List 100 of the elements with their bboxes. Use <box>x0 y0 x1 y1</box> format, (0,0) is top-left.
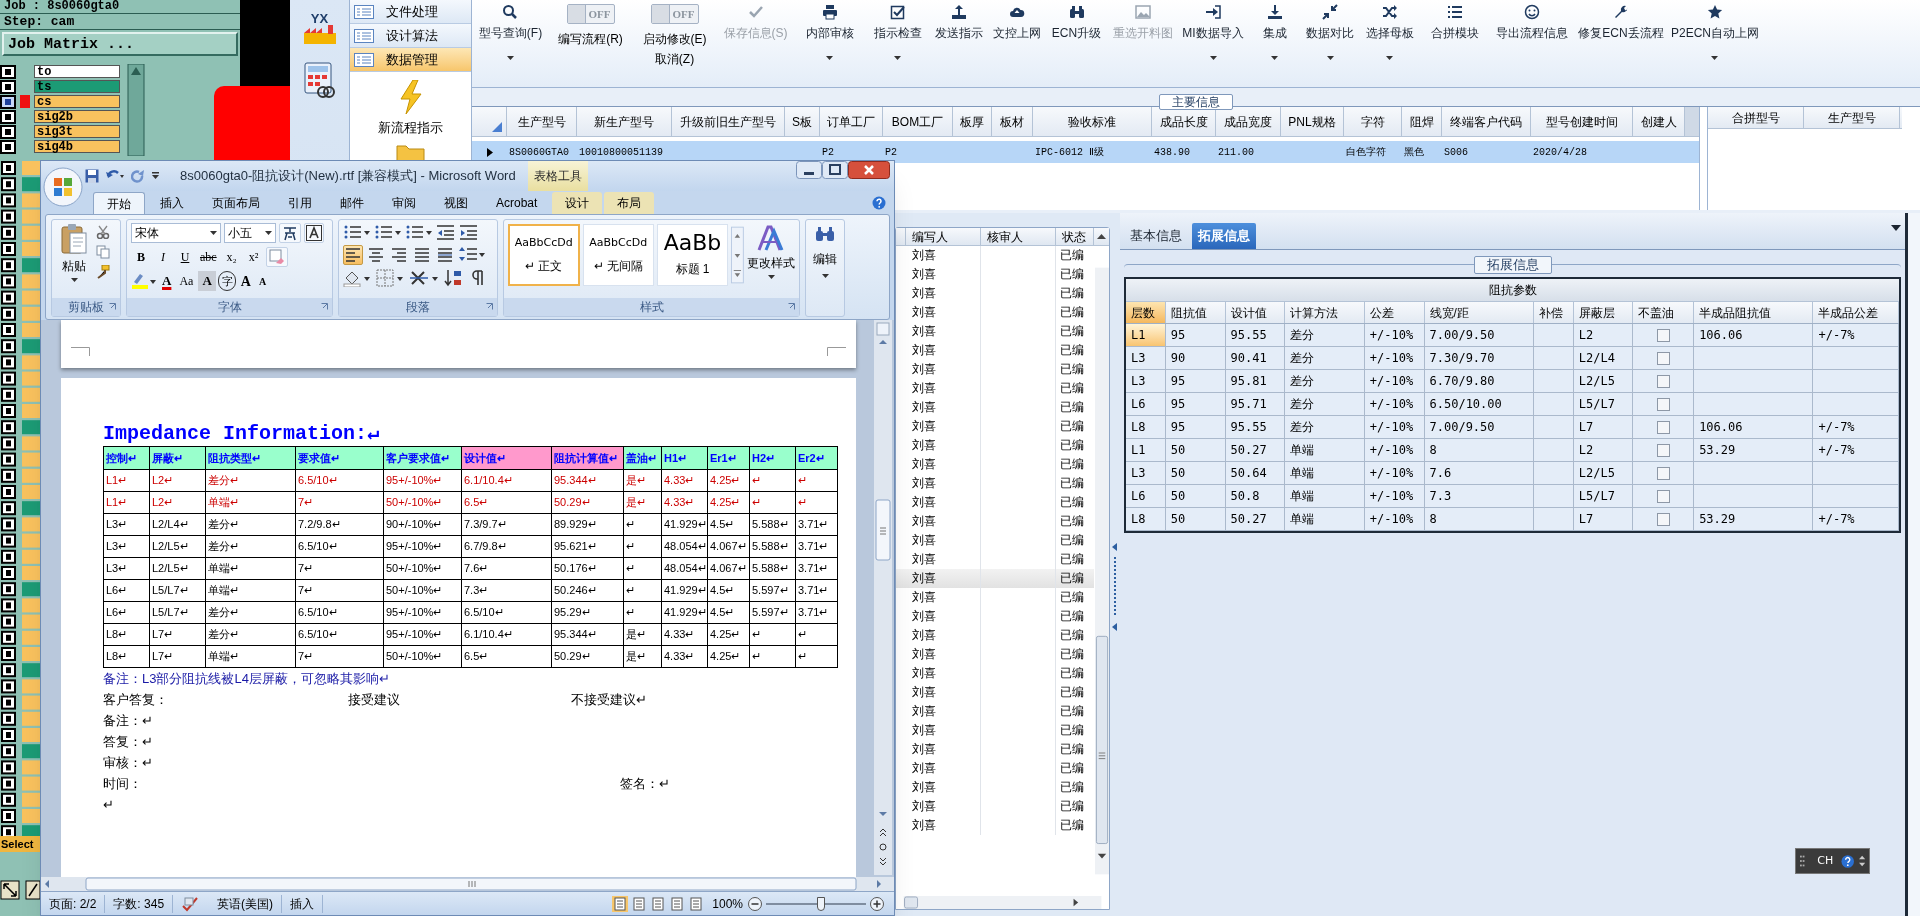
format-painter-icon[interactable] <box>96 265 110 279</box>
format-button[interactable]: x₂ <box>221 247 242 267</box>
table-row[interactable]: 8S0060GTA0 10010800051139 P2 P2 IPC-6012 Ⅱ级 438.90 211.00 白色字符 黑色 S006 2020/4/28 <box>472 141 1699 163</box>
style-swatch[interactable]: AaBbCcDd ↵ 无间隔 <box>582 224 654 286</box>
column-header[interactable]: 终端客户代码 <box>1442 107 1531 136</box>
toolbar-button[interactable]: 修复ECN丢流程 <box>1578 4 1664 42</box>
format-button[interactable]: I <box>153 247 173 267</box>
status-item[interactable]: 英语(美国) <box>209 894 283 913</box>
table-cell[interactable]: L1 <box>1126 439 1166 461</box>
alignment-button[interactable] <box>366 245 386 265</box>
status-item[interactable]: 字数: 345 <box>105 894 174 913</box>
table-cell[interactable]: L8 <box>1126 508 1166 530</box>
column-header[interactable]: BOM工厂 <box>883 107 953 136</box>
ribbon-tab[interactable]: 视图 <box>431 192 481 214</box>
job-matrix-button[interactable]: Job Matrix ... <box>2 32 238 56</box>
horizontal-scrollbar[interactable] <box>41 877 894 891</box>
layer-row[interactable]: sig3t <box>34 125 120 138</box>
column-header[interactable]: 字符 <box>1344 107 1402 136</box>
multilevel-list-icon[interactable] <box>405 223 433 241</box>
column-header[interactable]: 生产型号 <box>507 107 577 136</box>
list-row[interactable]: 刘喜 已编 <box>896 569 1094 588</box>
outline-icon[interactable] <box>669 895 686 912</box>
column-header[interactable]: 生产型号 <box>1804 107 1900 128</box>
paste-button[interactable]: 粘贴 <box>56 223 92 298</box>
font-name-field[interactable]: 宋体 <box>131 223 221 243</box>
column-header[interactable]: 阻抗值 <box>1165 302 1226 323</box>
layer-checkbox-icon[interactable] <box>0 79 16 94</box>
draft-icon[interactable] <box>688 895 705 912</box>
tab[interactable]: 基本信息 <box>1124 223 1188 249</box>
toolbar-button[interactable]: 合拼模块 <box>1431 4 1479 42</box>
ribbon-tab[interactable]: 引用 <box>275 192 325 214</box>
alignment-button[interactable] <box>343 245 363 265</box>
column-header[interactable]: 型号创建时间 <box>1531 107 1633 136</box>
column-header[interactable]: 半成品公差 <box>1813 302 1899 323</box>
nav-item[interactable]: 设计算法 <box>350 24 471 48</box>
column-header[interactable]: 订单工厂 <box>820 107 883 136</box>
column-header[interactable]: S板 <box>785 107 820 136</box>
style-swatch[interactable]: AaBb 标题 1 <box>656 224 729 286</box>
checkbox-icon[interactable] <box>1656 512 1670 526</box>
checkbox-icon[interactable] <box>1656 351 1670 365</box>
asian-layout-icon[interactable] <box>409 269 439 287</box>
checkbox-icon[interactable] <box>1656 420 1670 434</box>
table-cell[interactable]: L6 <box>1126 485 1166 507</box>
column-header[interactable]: 合拼型号 <box>1708 107 1804 128</box>
ribbon-tab[interactable]: Acrobat <box>483 192 551 214</box>
column-header[interactable]: 新生产型号 <box>577 107 672 136</box>
toolbar-button[interactable]: 导出流程信息 <box>1495 4 1568 42</box>
column-header[interactable]: 状态 <box>1056 228 1094 245</box>
column-header[interactable]: 成品长度 <box>1152 107 1216 136</box>
column-header[interactable]: 板材 <box>992 107 1033 136</box>
character-border-icon[interactable] <box>304 223 324 243</box>
reading-layout-icon[interactable] <box>631 895 648 912</box>
maximize-icon[interactable] <box>822 161 848 179</box>
column-header[interactable]: 成品宽度 <box>1216 107 1281 136</box>
tool-icon[interactable] <box>25 880 40 900</box>
column-header[interactable]: 编写人 <box>906 228 981 245</box>
format-button[interactable]: A <box>237 271 254 291</box>
toolbar-button[interactable]: ECN升级 <box>1051 4 1102 42</box>
format-button[interactable]: B <box>131 247 151 267</box>
font-size-field[interactable]: 小五 <box>224 223 276 243</box>
table-cell[interactable]: L3 <box>1126 370 1166 392</box>
shading-icon[interactable] <box>343 269 371 287</box>
layer-row[interactable]: cs <box>34 95 120 108</box>
help-icon[interactable] <box>872 196 886 210</box>
format-button[interactable]: abc <box>197 247 220 267</box>
corner-icon[interactable] <box>492 122 502 132</box>
zoom-level[interactable]: 100% <box>712 894 743 913</box>
ribbon-tab[interactable]: 邮件 <box>327 192 377 214</box>
ribbon-tab[interactable]: 页面布局 <box>199 192 273 214</box>
format-button[interactable]: A <box>198 271 216 291</box>
nav-item[interactable]: 文件处理 <box>350 0 471 24</box>
language-indicator[interactable]: CH <box>1817 852 1834 870</box>
tab[interactable]: 拓展信息 <box>1192 223 1256 249</box>
column-header[interactable]: 板厚 <box>953 107 992 136</box>
zoom-out-icon[interactable] <box>748 896 762 911</box>
column-header[interactable]: 补偿 <box>1533 302 1574 323</box>
status-item[interactable]: 页面: 2/2 <box>41 894 106 913</box>
dialog-launcher-icon[interactable] <box>486 303 493 310</box>
bullet-list-icon[interactable] <box>343 223 371 241</box>
format-button[interactable]: A <box>159 271 175 291</box>
print-layout-icon[interactable] <box>612 895 629 912</box>
layer-checkbox-icon[interactable] <box>0 139 16 154</box>
resize-tool-icon[interactable] <box>0 880 20 900</box>
ribbon-tab[interactable]: 审阅 <box>379 192 429 214</box>
gallery-scroll-icon[interactable] <box>731 224 744 286</box>
logo-icon[interactable]: YX <box>299 12 340 50</box>
layer-row[interactable]: to <box>34 65 120 78</box>
numbered-list-icon[interactable] <box>374 223 402 241</box>
ribbon-tab[interactable]: 布局 <box>604 192 655 214</box>
column-header[interactable]: 层数 <box>1126 302 1166 323</box>
layer-checkbox-icon[interactable] <box>0 64 16 79</box>
column-header[interactable]: 屏蔽层 <box>1573 302 1634 323</box>
dialog-launcher-icon[interactable] <box>321 303 328 310</box>
ribbon-tab[interactable]: 开始 <box>93 192 145 214</box>
layer-row[interactable]: sig4b <box>34 140 120 153</box>
change-styles-button[interactable]: 更改样式 <box>747 224 795 298</box>
alignment-button[interactable] <box>435 245 455 265</box>
toolbar-button[interactable]: 数据对比 <box>1306 4 1354 60</box>
options-icon[interactable] <box>1858 854 1865 868</box>
borders-icon[interactable] <box>376 269 404 287</box>
